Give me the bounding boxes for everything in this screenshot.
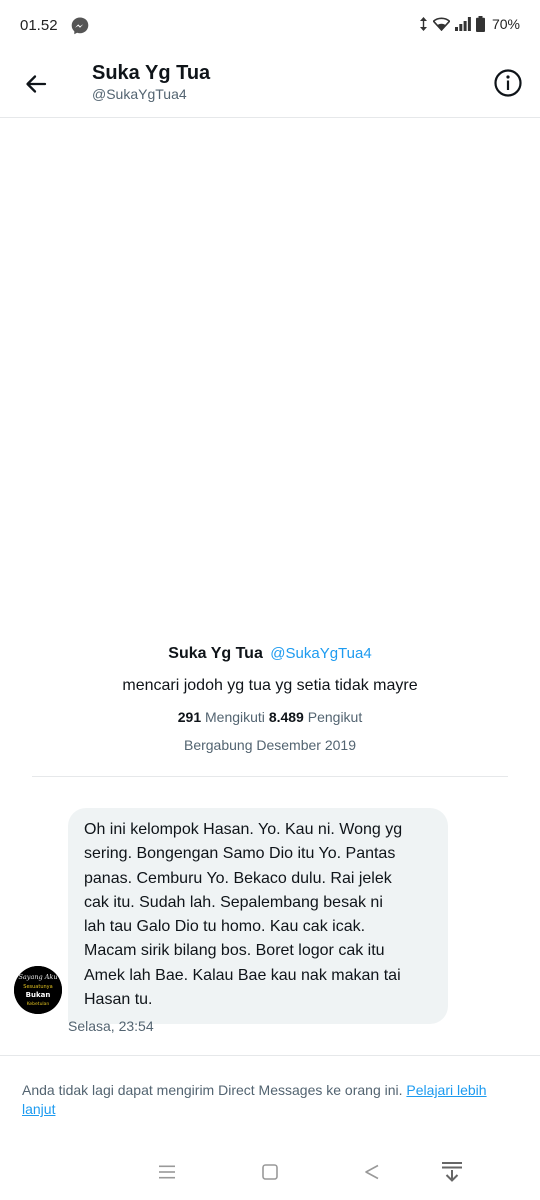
status-time: 01.52 — [20, 17, 58, 34]
profile-summary: Suka Yg Tua @SukaYgTua4 mencari jodoh yg… — [0, 645, 540, 753]
conversation-header: Suka Yg Tua @SukaYgTua4 — [0, 52, 540, 118]
notice-text: Anda tidak lagi dapat mengirim Direct Me… — [22, 1081, 522, 1119]
data-arrows-icon — [419, 16, 428, 32]
profile-name[interactable]: Suka Yg Tua — [168, 645, 263, 662]
message-line: sering. Bongengan Samo Dio itu Yo. Panta… — [84, 845, 396, 863]
message-timestamp: Selasa, 23:54 — [68, 1018, 154, 1034]
profile-stats: 291 Mengikuti 8.489 Pengikut — [0, 709, 540, 725]
svg-text:Bukan: Bukan — [26, 991, 51, 999]
messenger-icon — [70, 16, 90, 36]
download-arrow-icon — [442, 1162, 462, 1182]
following-label[interactable]: Mengikuti — [205, 709, 265, 725]
message-bubble[interactable]: Oh ini kelompok Hasan. Yo. Kau ni. Wong … — [68, 808, 448, 1025]
recent-apps-button[interactable] — [153, 1158, 181, 1186]
back-triangle-icon — [365, 1164, 379, 1180]
message-line: Amek lah Bae. Kalau Bae kau nak makan ta… — [84, 966, 401, 984]
battery-percentage: 70% — [491, 16, 520, 32]
message-line: lah tau Galo Dio tu homo. Kau cak icak. — [84, 918, 366, 936]
message-line: Macam sirik bilang bos. Boret logor cak … — [84, 942, 385, 960]
back-button[interactable] — [18, 66, 54, 102]
svg-text:Kebetulan: Kebetulan — [27, 1001, 50, 1007]
followers-count[interactable]: 8.489 — [269, 709, 304, 725]
notice-message: Anda tidak lagi dapat mengirim Direct Me… — [22, 1082, 407, 1098]
recent-apps-icon — [159, 1165, 175, 1179]
dm-disabled-notice: Anda tidak lagi dapat mengirim Direct Me… — [0, 1055, 540, 1135]
profile-handle[interactable]: @SukaYgTua4 — [270, 645, 371, 662]
following-count[interactable]: 291 — [178, 709, 201, 725]
header-name: Suka Yg Tua — [92, 62, 211, 84]
hide-nav-button[interactable] — [438, 1158, 466, 1186]
home-icon — [262, 1164, 278, 1180]
arrow-left-icon — [26, 75, 47, 93]
back-nav-button[interactable] — [358, 1158, 386, 1186]
info-icon — [494, 69, 522, 97]
svg-text:Sesuatunya: Sesuatunya — [23, 984, 52, 990]
system-nav-bar — [0, 1144, 540, 1200]
signal-icon — [454, 17, 471, 31]
message-line: cak itu. Sudah lah. Sepalembang besak ni — [84, 893, 383, 911]
status-icons: 70% — [419, 16, 520, 32]
avatar[interactable]: Sayang Aku Sesuatunya Bukan Kebetulan — [14, 966, 62, 1014]
followers-label[interactable]: Pengikut — [308, 709, 362, 725]
battery-icon — [475, 16, 485, 32]
message-line: panas. Cemburu Yo. Bekaco dulu. Rai jele… — [84, 869, 392, 887]
wifi-icon — [432, 17, 450, 31]
status-bar: 01.52 70% — [0, 0, 540, 52]
info-button[interactable] — [492, 67, 524, 99]
svg-text:Sayang Aku: Sayang Aku — [18, 973, 57, 981]
profile-joined-date: Bergabung Desember 2019 — [183, 737, 356, 753]
message-line: Oh ini kelompok Hasan. Yo. Kau ni. Wong … — [84, 821, 403, 838]
header-handle: @SukaYgTua4 — [92, 86, 187, 102]
divider — [32, 776, 508, 777]
profile-bio: mencari jodoh yg tua yg setia tidak mayr… — [122, 677, 418, 694]
message-line: Hasan tu. — [84, 991, 153, 1009]
home-button[interactable] — [256, 1158, 284, 1186]
